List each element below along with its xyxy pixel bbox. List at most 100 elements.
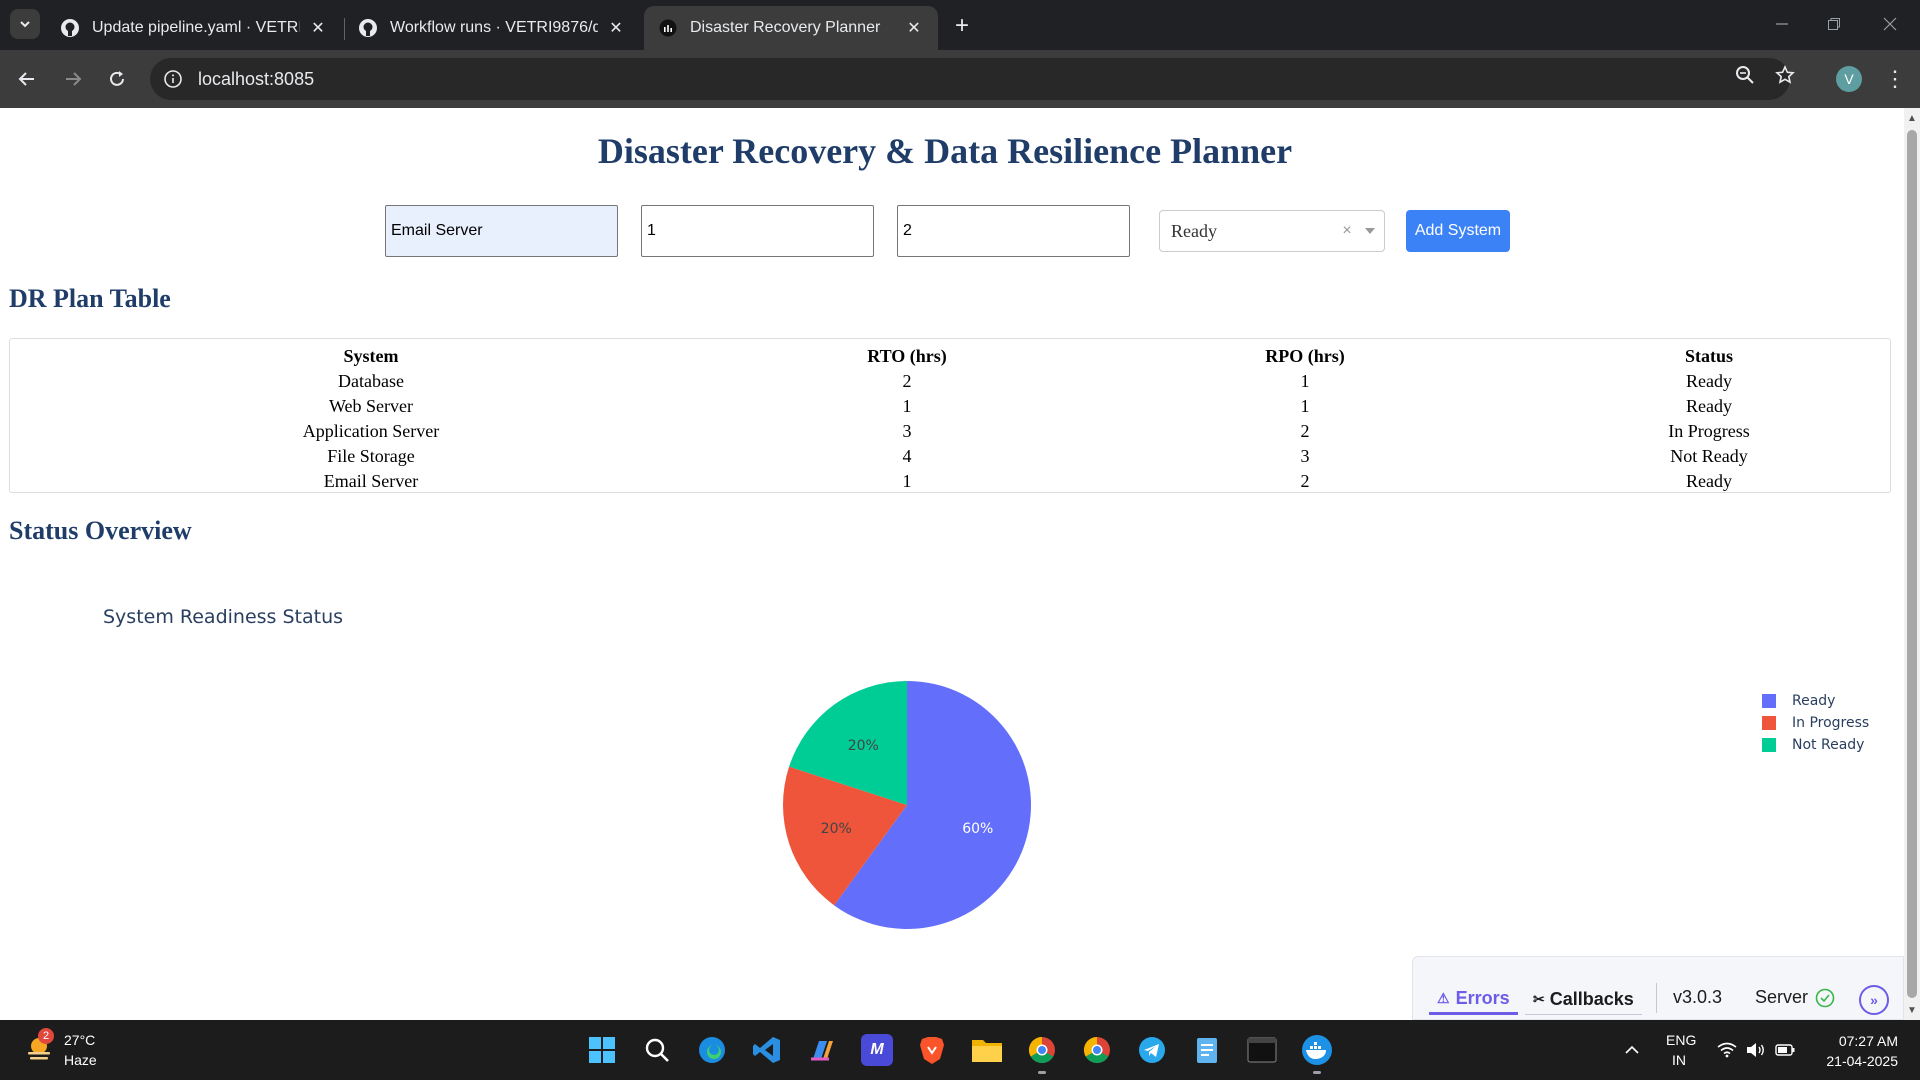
column-header-rpo: RPO (hrs) (1265, 345, 1345, 366)
legend-label-not-ready: Not Ready (1792, 737, 1865, 753)
chevron-up-icon[interactable] (1622, 1040, 1642, 1060)
warning-icon: ⚠ (1437, 990, 1450, 1006)
legend-item-in-progress[interactable]: In Progress (1762, 712, 1869, 734)
add-system-button[interactable]: Add System (1406, 210, 1510, 252)
brave-app[interactable] (916, 1034, 948, 1066)
language-region[interactable]: IN (1672, 1052, 1686, 1068)
profile-avatar[interactable]: V (1836, 66, 1862, 92)
close-icon[interactable]: ✕ (606, 18, 626, 38)
tab-disaster-recovery-planner[interactable]: Disaster Recovery Planner ✕ (644, 6, 938, 50)
chrome-profile-r-app[interactable] (1081, 1034, 1113, 1066)
weather-condition[interactable]: Haze (64, 1052, 97, 1068)
page-viewport: Disaster Recovery & Data Resilience Plan… (0, 108, 1904, 1020)
cell-system: File Storage (327, 446, 415, 466)
notepad-app[interactable] (1191, 1034, 1223, 1066)
cell-rto: 1 (902, 396, 912, 416)
rpo-input[interactable] (897, 205, 1130, 257)
terminal-app[interactable] (1246, 1034, 1278, 1066)
status-dropdown-value: Ready (1171, 220, 1217, 241)
chrome-profile-v-app[interactable] (1026, 1034, 1058, 1066)
file-explorer-app[interactable] (971, 1034, 1003, 1066)
cell-status: Ready (1686, 371, 1732, 391)
mathpix-app[interactable]: M (861, 1034, 893, 1066)
copilot-app[interactable] (806, 1034, 838, 1066)
close-icon[interactable]: ✕ (904, 18, 924, 38)
site-info-icon[interactable] (162, 68, 184, 90)
readiness-pie-chart: 60% 20% 20% (783, 681, 1031, 929)
telegram-app[interactable] (1136, 1034, 1168, 1066)
weather-temperature[interactable]: 27°C (64, 1032, 95, 1048)
weather-badge: 2 (38, 1028, 54, 1044)
reload-button[interactable] (100, 62, 134, 96)
tab-title: Update pipeline.yaml · VETRI9876/disaste… (92, 19, 300, 36)
cell-rto: 2 (902, 371, 912, 391)
language-indicator[interactable]: ENG (1666, 1032, 1696, 1048)
callbacks-tab[interactable]: ✂ Callbacks (1525, 985, 1642, 1015)
double-chevron-right-icon: » (1870, 992, 1878, 1008)
minimize-button[interactable] (1762, 10, 1802, 38)
vscode-app[interactable] (751, 1034, 783, 1066)
mathpix-icon: M (870, 1041, 884, 1058)
scroll-down-icon[interactable]: ▼ (1904, 1002, 1920, 1018)
windows-logo-icon (589, 1037, 615, 1063)
github-icon (60, 18, 80, 38)
cell-rpo: 2 (1300, 421, 1310, 441)
folder-icon (972, 1040, 1002, 1062)
new-tab-button[interactable]: + (948, 12, 976, 40)
tab-workflow-runs[interactable]: Workflow runs · VETRI9876/disaster-recov… (344, 6, 640, 50)
chevron-down-icon (20, 21, 30, 28)
edge-app[interactable] (696, 1034, 728, 1066)
scroll-up-icon[interactable]: ▲ (1904, 110, 1920, 126)
legend-item-ready[interactable]: Ready (1762, 690, 1869, 712)
pie-slice-label: 60% (962, 821, 993, 837)
back-button[interactable] (10, 62, 44, 96)
docker-app[interactable] (1301, 1034, 1333, 1066)
pie-slice-label: 20% (848, 738, 879, 754)
bookmark-button[interactable] (1768, 58, 1802, 92)
dash-app-icon (658, 18, 678, 38)
forward-button[interactable] (56, 62, 90, 96)
legend-swatch-in-progress (1762, 716, 1776, 730)
errors-tab-label: Errors (1455, 988, 1510, 1008)
table-row: Email Server 1 2 Ready (10, 469, 1890, 494)
errors-tab[interactable]: ⚠ Errors (1429, 985, 1518, 1015)
tab-update-pipeline[interactable]: Update pipeline.yaml · VETRI9876/disaste… (46, 6, 342, 50)
wifi-icon[interactable] (1717, 1040, 1737, 1060)
chart-legend: Ready In Progress Not Ready (1762, 690, 1869, 756)
tab-search-button[interactable] (10, 9, 40, 39)
cell-system: Web Server (328, 396, 413, 416)
table-header-row: System RTO (hrs) RPO (hrs) Status (10, 343, 1890, 369)
close-window-button[interactable] (1870, 10, 1910, 38)
scrollbar-thumb[interactable] (1907, 130, 1917, 998)
legend-item-not-ready[interactable]: Not Ready (1762, 734, 1869, 756)
volume-icon[interactable] (1746, 1040, 1766, 1060)
windows-start-button[interactable] (586, 1034, 618, 1066)
tab-title: Disaster Recovery Planner (690, 19, 881, 36)
clock-date: 21-04-2025 (1826, 1053, 1898, 1069)
more-vertical-icon: ⋮ (1884, 66, 1906, 91)
plus-icon: + (954, 12, 969, 39)
debug-menu-toggle[interactable]: » (1859, 985, 1889, 1015)
taskbar-clock[interactable]: 07:27 AM 21-04-2025 (1814, 1031, 1898, 1071)
chevron-down-icon[interactable] (1356, 228, 1384, 234)
check-circle-icon (1815, 988, 1835, 1013)
clear-icon[interactable]: × (1338, 222, 1356, 240)
system-name-input[interactable] (385, 205, 618, 257)
taskbar-search-button[interactable] (641, 1034, 673, 1066)
debug-divider (1656, 983, 1657, 1013)
cell-rpo: 2 (1300, 471, 1310, 491)
restore-button[interactable] (1814, 10, 1854, 38)
cell-rto: 1 (902, 471, 912, 491)
legend-swatch-not-ready (1762, 738, 1776, 752)
browser-menu-button[interactable]: ⋮ (1880, 62, 1910, 96)
clock-time: 07:27 AM (1838, 1033, 1898, 1049)
battery-icon[interactable] (1775, 1040, 1795, 1060)
rto-input[interactable] (641, 205, 874, 257)
dash-version: v3.0.3 (1673, 987, 1723, 1007)
page-scrollbar[interactable]: ▲ ▼ (1904, 108, 1920, 1020)
restore-icon (1828, 18, 1840, 30)
close-icon[interactable]: ✕ (308, 18, 328, 38)
status-dropdown[interactable]: Ready × (1159, 210, 1385, 252)
zoom-button[interactable] (1728, 58, 1762, 92)
address-bar[interactable]: localhost:8085 (150, 58, 1790, 100)
